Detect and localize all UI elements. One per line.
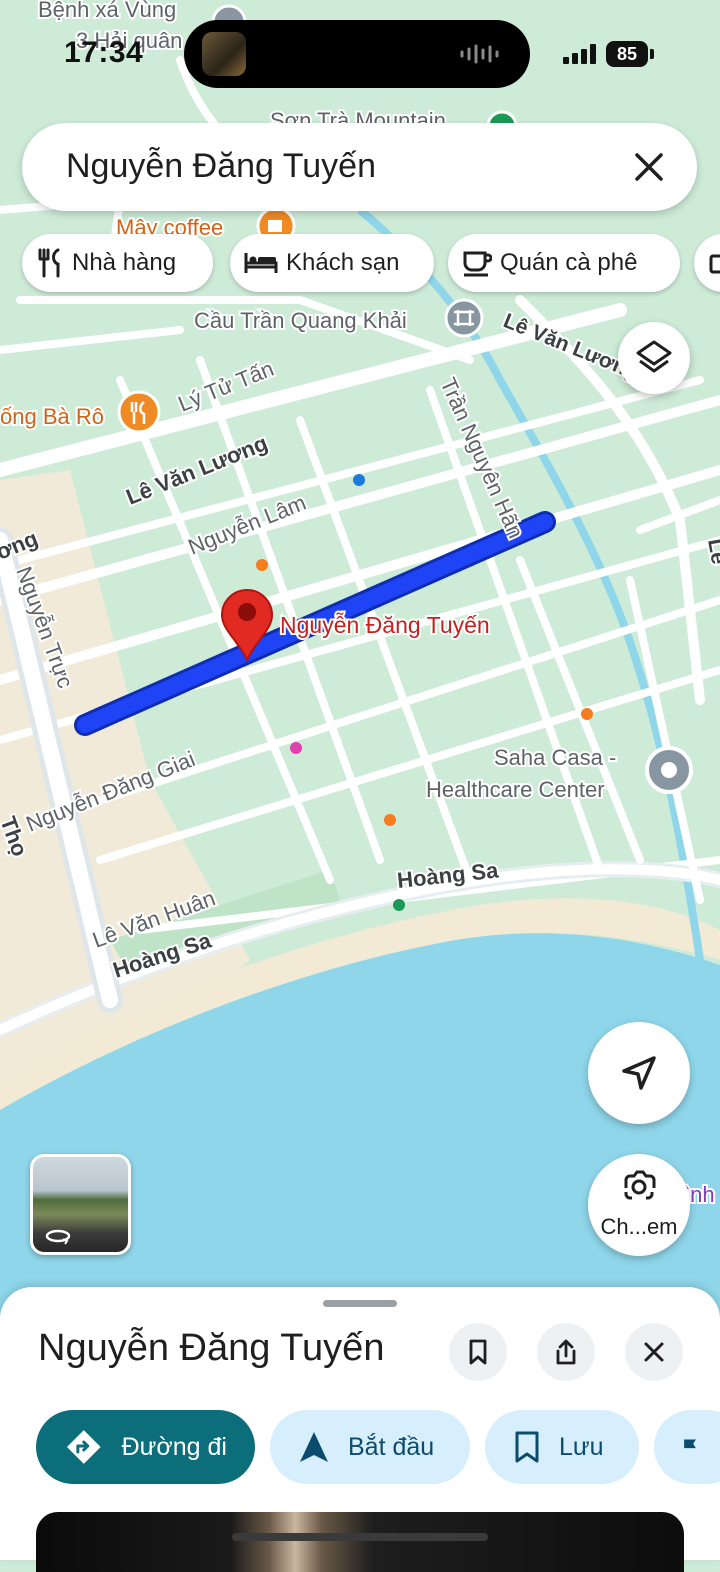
- chip-restaurants[interactable]: Nhà hàng: [22, 234, 213, 292]
- healthcare-poi-icon[interactable]: [645, 746, 693, 794]
- store-icon: [709, 254, 720, 274]
- save-button[interactable]: [449, 1323, 507, 1381]
- bridge-poi-icon[interactable]: [444, 298, 484, 338]
- restaurant-icon: [38, 248, 60, 278]
- save-place-button[interactable]: Lưu: [485, 1410, 639, 1484]
- start-button[interactable]: Bắt đầu: [270, 1410, 470, 1484]
- bookmark-icon: [469, 1339, 487, 1365]
- label-button[interactable]: [654, 1410, 720, 1484]
- save-label: Lưu: [559, 1432, 604, 1461]
- battery-level: 85: [606, 41, 648, 67]
- street-view-thumbnail[interactable]: [30, 1154, 131, 1255]
- poi-dot-pink[interactable]: [290, 742, 302, 754]
- chip-more[interactable]: [694, 234, 720, 292]
- layers-button[interactable]: [618, 322, 690, 394]
- chip-hotels[interactable]: Khách sạn: [230, 234, 434, 292]
- lens-label: Ch...em: [600, 1214, 678, 1239]
- chip-label: Khách sạn: [286, 249, 400, 276]
- map-label-ba-ro: ống Bà Rô: [0, 404, 104, 429]
- home-indicator: [232, 1533, 488, 1541]
- navigation-arrow-icon: [622, 1056, 656, 1090]
- map-label-cau-tran-quang-khai: Cầu Trần Quang Khải: [194, 308, 407, 333]
- directions-icon: [66, 1430, 101, 1464]
- lens-button[interactable]: Ch...em: [588, 1154, 690, 1256]
- poi-dot-green[interactable]: [393, 899, 405, 911]
- sheet-drag-handle[interactable]: [323, 1300, 397, 1307]
- share-button[interactable]: [537, 1323, 595, 1381]
- cellular-signal-icon: [563, 44, 596, 64]
- map-label-saha-1: Saha Casa -: [494, 745, 616, 770]
- chip-label: Quán cà phê: [500, 249, 638, 276]
- poi-dot-orange[interactable]: [384, 814, 396, 826]
- close-icon[interactable]: [627, 145, 671, 189]
- place-title: Nguyễn Đăng Tuyến: [38, 1327, 385, 1369]
- my-location-button[interactable]: [588, 1022, 690, 1124]
- category-chips: Nhà hàng Khách sạn Quán cà phê: [22, 234, 720, 292]
- place-photo[interactable]: [36, 1512, 684, 1572]
- status-time: 17:34: [64, 36, 144, 69]
- poi-dot-orange[interactable]: [256, 559, 268, 571]
- map-label-saha-2: Healthcare Center: [426, 777, 605, 802]
- close-icon: [644, 1342, 664, 1362]
- search-query[interactable]: Nguyễn Đăng Tuyến: [66, 147, 376, 186]
- map-label-pin: Nguyễn Đăng Tuyến: [280, 612, 490, 638]
- bookmark-icon: [515, 1431, 539, 1463]
- status-bar: 17:34 85: [0, 0, 720, 105]
- layers-icon: [636, 340, 672, 373]
- camera-lens-icon: [624, 1170, 656, 1200]
- poi-dot-orange[interactable]: [581, 708, 593, 720]
- audio-wave-icon: [460, 44, 499, 64]
- start-label: Bắt đầu: [348, 1432, 435, 1461]
- directions-button[interactable]: Đường đi: [36, 1410, 255, 1484]
- rotate-360-icon: [45, 1229, 71, 1245]
- hotel-icon: [244, 253, 278, 273]
- restaurant-poi-icon[interactable]: [117, 390, 161, 434]
- album-art-icon: [202, 32, 246, 76]
- directions-label: Đường đi: [121, 1432, 227, 1461]
- chip-label: Nhà hàng: [72, 249, 177, 276]
- share-icon: [556, 1339, 576, 1365]
- poi-dot-blue[interactable]: [353, 474, 365, 486]
- place-bottom-sheet[interactable]: Nguyễn Đăng Tuyến Đường đi Bắt đầu Lưu: [0, 1287, 720, 1572]
- search-bar[interactable]: Nguyễn Đăng Tuyến: [22, 123, 697, 211]
- navigation-arrow-icon: [300, 1432, 328, 1462]
- close-sheet-button[interactable]: [625, 1323, 683, 1381]
- dynamic-island[interactable]: [184, 20, 530, 88]
- battery-icon: [650, 49, 654, 59]
- chip-cafes[interactable]: Quán cà phê: [448, 234, 680, 292]
- place-actions: Đường đi Bắt đầu Lưu: [0, 1410, 720, 1484]
- flag-icon: [684, 1439, 696, 1455]
- coffee-icon: [463, 251, 492, 277]
